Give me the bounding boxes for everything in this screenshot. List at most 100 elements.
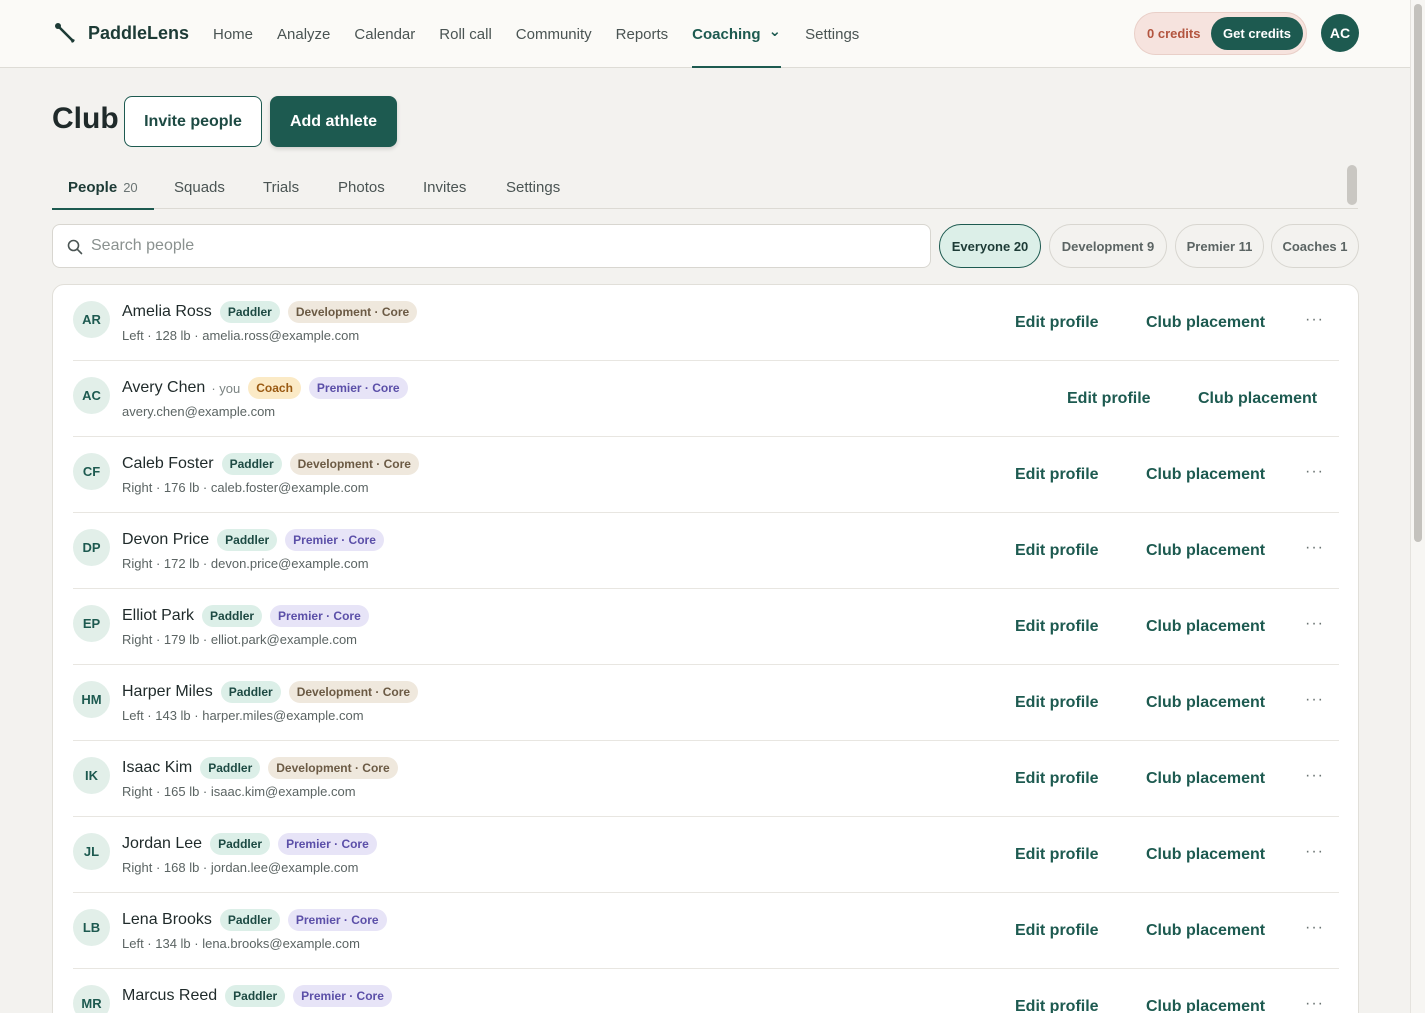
- person-name-line: Harper Miles Paddler Development · Core: [122, 681, 419, 703]
- club-placement-link[interactable]: Club placement: [1146, 618, 1265, 636]
- person-name[interactable]: Amelia Ross: [122, 303, 212, 321]
- club-placement-link[interactable]: Club placement: [1146, 542, 1265, 560]
- club-placement-link[interactable]: Club placement: [1146, 770, 1265, 788]
- role-badge: Coach: [248, 377, 301, 399]
- tab-people[interactable]: People 20: [52, 165, 154, 210]
- club-placement-link[interactable]: Club placement: [1146, 998, 1265, 1013]
- person-name[interactable]: Caleb Foster: [122, 455, 214, 473]
- squad-badge: Development · Core: [288, 681, 419, 703]
- add-athlete-button[interactable]: Add athlete: [270, 96, 397, 147]
- squad-badge: Development · Core: [287, 301, 418, 323]
- squad-badge: Premier · Core: [278, 833, 377, 855]
- nav-item-coaching[interactable]: Coaching ⌄: [692, 0, 781, 68]
- tab-label: Invites: [423, 178, 467, 196]
- role-badge: Paddler: [210, 833, 271, 855]
- edit-profile-link[interactable]: Edit profile: [1015, 846, 1099, 864]
- edit-profile-link[interactable]: Edit profile: [1015, 694, 1099, 712]
- club-placement-link[interactable]: Club placement: [1198, 390, 1317, 408]
- person-avatar: AR: [73, 301, 110, 338]
- credits-pill: 0 credits Get credits: [1134, 12, 1307, 55]
- person-name[interactable]: Elliot Park: [122, 607, 194, 625]
- nav-item-home[interactable]: Home: [213, 0, 253, 68]
- top-navigation-bar: PaddleLens Home Analyze Calendar Roll call C…: [0, 0, 1410, 68]
- edit-profile-link[interactable]: Edit profile: [1015, 314, 1099, 332]
- more-options-icon[interactable]: ···: [1305, 463, 1324, 481]
- squad-badge: Premier · Core: [285, 529, 384, 551]
- edit-profile-link[interactable]: Edit profile: [1015, 542, 1099, 560]
- person-name-line: Jordan Lee Paddler Premier · Core: [122, 833, 377, 855]
- person-avatar: LB: [73, 909, 110, 946]
- person-name[interactable]: Marcus Reed: [122, 987, 217, 1005]
- edit-profile-link[interactable]: Edit profile: [1015, 998, 1099, 1013]
- person-name[interactable]: Devon Price: [122, 531, 209, 549]
- app-name: PaddleLens: [88, 22, 190, 43]
- person-name[interactable]: Lena Brooks: [122, 911, 212, 929]
- page-title: Club: [52, 102, 119, 135]
- club-placement-link[interactable]: Club placement: [1146, 466, 1265, 484]
- nav-item-roll-call[interactable]: Roll call: [439, 0, 492, 68]
- person-name[interactable]: Harper Miles: [122, 683, 213, 701]
- app-logo[interactable]: PaddleLens: [52, 20, 189, 46]
- nav-item-settings[interactable]: Settings: [805, 0, 859, 68]
- nav-item-reports[interactable]: Reports: [616, 0, 669, 68]
- edit-profile-link[interactable]: Edit profile: [1015, 466, 1099, 484]
- role-badge: Paddler: [217, 529, 278, 551]
- invite-people-button[interactable]: Invite people: [124, 96, 262, 147]
- more-options-icon[interactable]: ···: [1305, 843, 1324, 861]
- edit-profile-link[interactable]: Edit profile: [1015, 922, 1099, 940]
- squad-badge: Premier · Core: [293, 985, 392, 1007]
- more-options-icon[interactable]: ···: [1305, 995, 1324, 1013]
- person-name[interactable]: Jordan Lee: [122, 835, 202, 853]
- squad-badge: Development · Core: [289, 453, 419, 475]
- person-details: Left · 128 lb · amelia.ross@example.com: [122, 328, 360, 343]
- person-row: CF Caleb Foster Paddler Development · Core R…: [73, 437, 1339, 513]
- tab-trials[interactable]: Trials: [263, 165, 299, 209]
- edit-profile-link[interactable]: Edit profile: [1067, 390, 1151, 408]
- get-credits-button[interactable]: Get credits: [1211, 17, 1303, 50]
- nav-item-calendar[interactable]: Calendar: [354, 0, 415, 68]
- paddle-logo-icon: [55, 23, 75, 43]
- club-tabs: People 20 Squads Trials Photos Invites Setting…: [52, 165, 1358, 210]
- filter-chip-development[interactable]: Development 9: [1049, 224, 1167, 268]
- person-row: JL Jordan Lee Paddler Premier · Core Right ·…: [73, 817, 1339, 893]
- person-avatar: DP: [73, 529, 110, 566]
- search-input[interactable]: [91, 225, 911, 267]
- person-name-line: Amelia Ross Paddler Development · Core: [122, 301, 418, 323]
- person-details: Left · 143 lb · harper.miles@example.com: [122, 708, 364, 723]
- tab-settings[interactable]: Settings: [506, 165, 560, 209]
- club-placement-link[interactable]: Club placement: [1146, 314, 1265, 332]
- person-row: DP Devon Price Paddler Premier · Core Right …: [73, 513, 1339, 589]
- person-name[interactable]: Avery Chen: [122, 379, 205, 397]
- page-scrollbar-thumb[interactable]: [1414, 4, 1422, 542]
- page-scrollbar[interactable]: [1410, 0, 1425, 1013]
- tab-invites[interactable]: Invites: [423, 165, 466, 209]
- edit-profile-link[interactable]: Edit profile: [1015, 618, 1099, 636]
- tab-squads[interactable]: Squads: [174, 165, 225, 209]
- person-avatar: HM: [73, 681, 110, 718]
- filter-chip-premier[interactable]: Premier 11: [1175, 224, 1264, 268]
- filter-chip-everyone[interactable]: Everyone 20: [939, 224, 1041, 268]
- person-name-line: Devon Price Paddler Premier · Core: [122, 529, 384, 551]
- filter-chip-coaches[interactable]: Coaches 1: [1271, 224, 1359, 268]
- club-placement-link[interactable]: Club placement: [1146, 846, 1265, 864]
- more-options-icon[interactable]: ···: [1305, 615, 1324, 633]
- club-placement-link[interactable]: Club placement: [1146, 922, 1265, 940]
- person-row: EP Elliot Park Paddler Premier · Core Right …: [73, 589, 1339, 665]
- edit-profile-link[interactable]: Edit profile: [1015, 770, 1099, 788]
- person-row: AC Avery Chen · you Coach Premier · Core aver…: [73, 361, 1339, 437]
- more-options-icon[interactable]: ···: [1305, 539, 1324, 557]
- tab-label: Settings: [506, 178, 561, 196]
- nav-item-analyze[interactable]: Analyze: [277, 0, 330, 68]
- nav-item-community[interactable]: Community: [516, 0, 592, 68]
- club-placement-link[interactable]: Club placement: [1146, 694, 1265, 712]
- tab-photos[interactable]: Photos: [338, 165, 385, 209]
- more-options-icon[interactable]: ···: [1305, 767, 1324, 785]
- more-options-icon[interactable]: ···: [1305, 919, 1324, 937]
- person-name[interactable]: Isaac Kim: [122, 759, 192, 777]
- nav-item-label: Roll call: [439, 25, 492, 43]
- more-options-icon[interactable]: ···: [1305, 311, 1324, 329]
- user-avatar[interactable]: AC: [1321, 14, 1359, 52]
- credits-balance: 0 credits: [1147, 26, 1201, 41]
- tabs-scrollbar[interactable]: [1347, 165, 1357, 205]
- more-options-icon[interactable]: ···: [1305, 691, 1324, 709]
